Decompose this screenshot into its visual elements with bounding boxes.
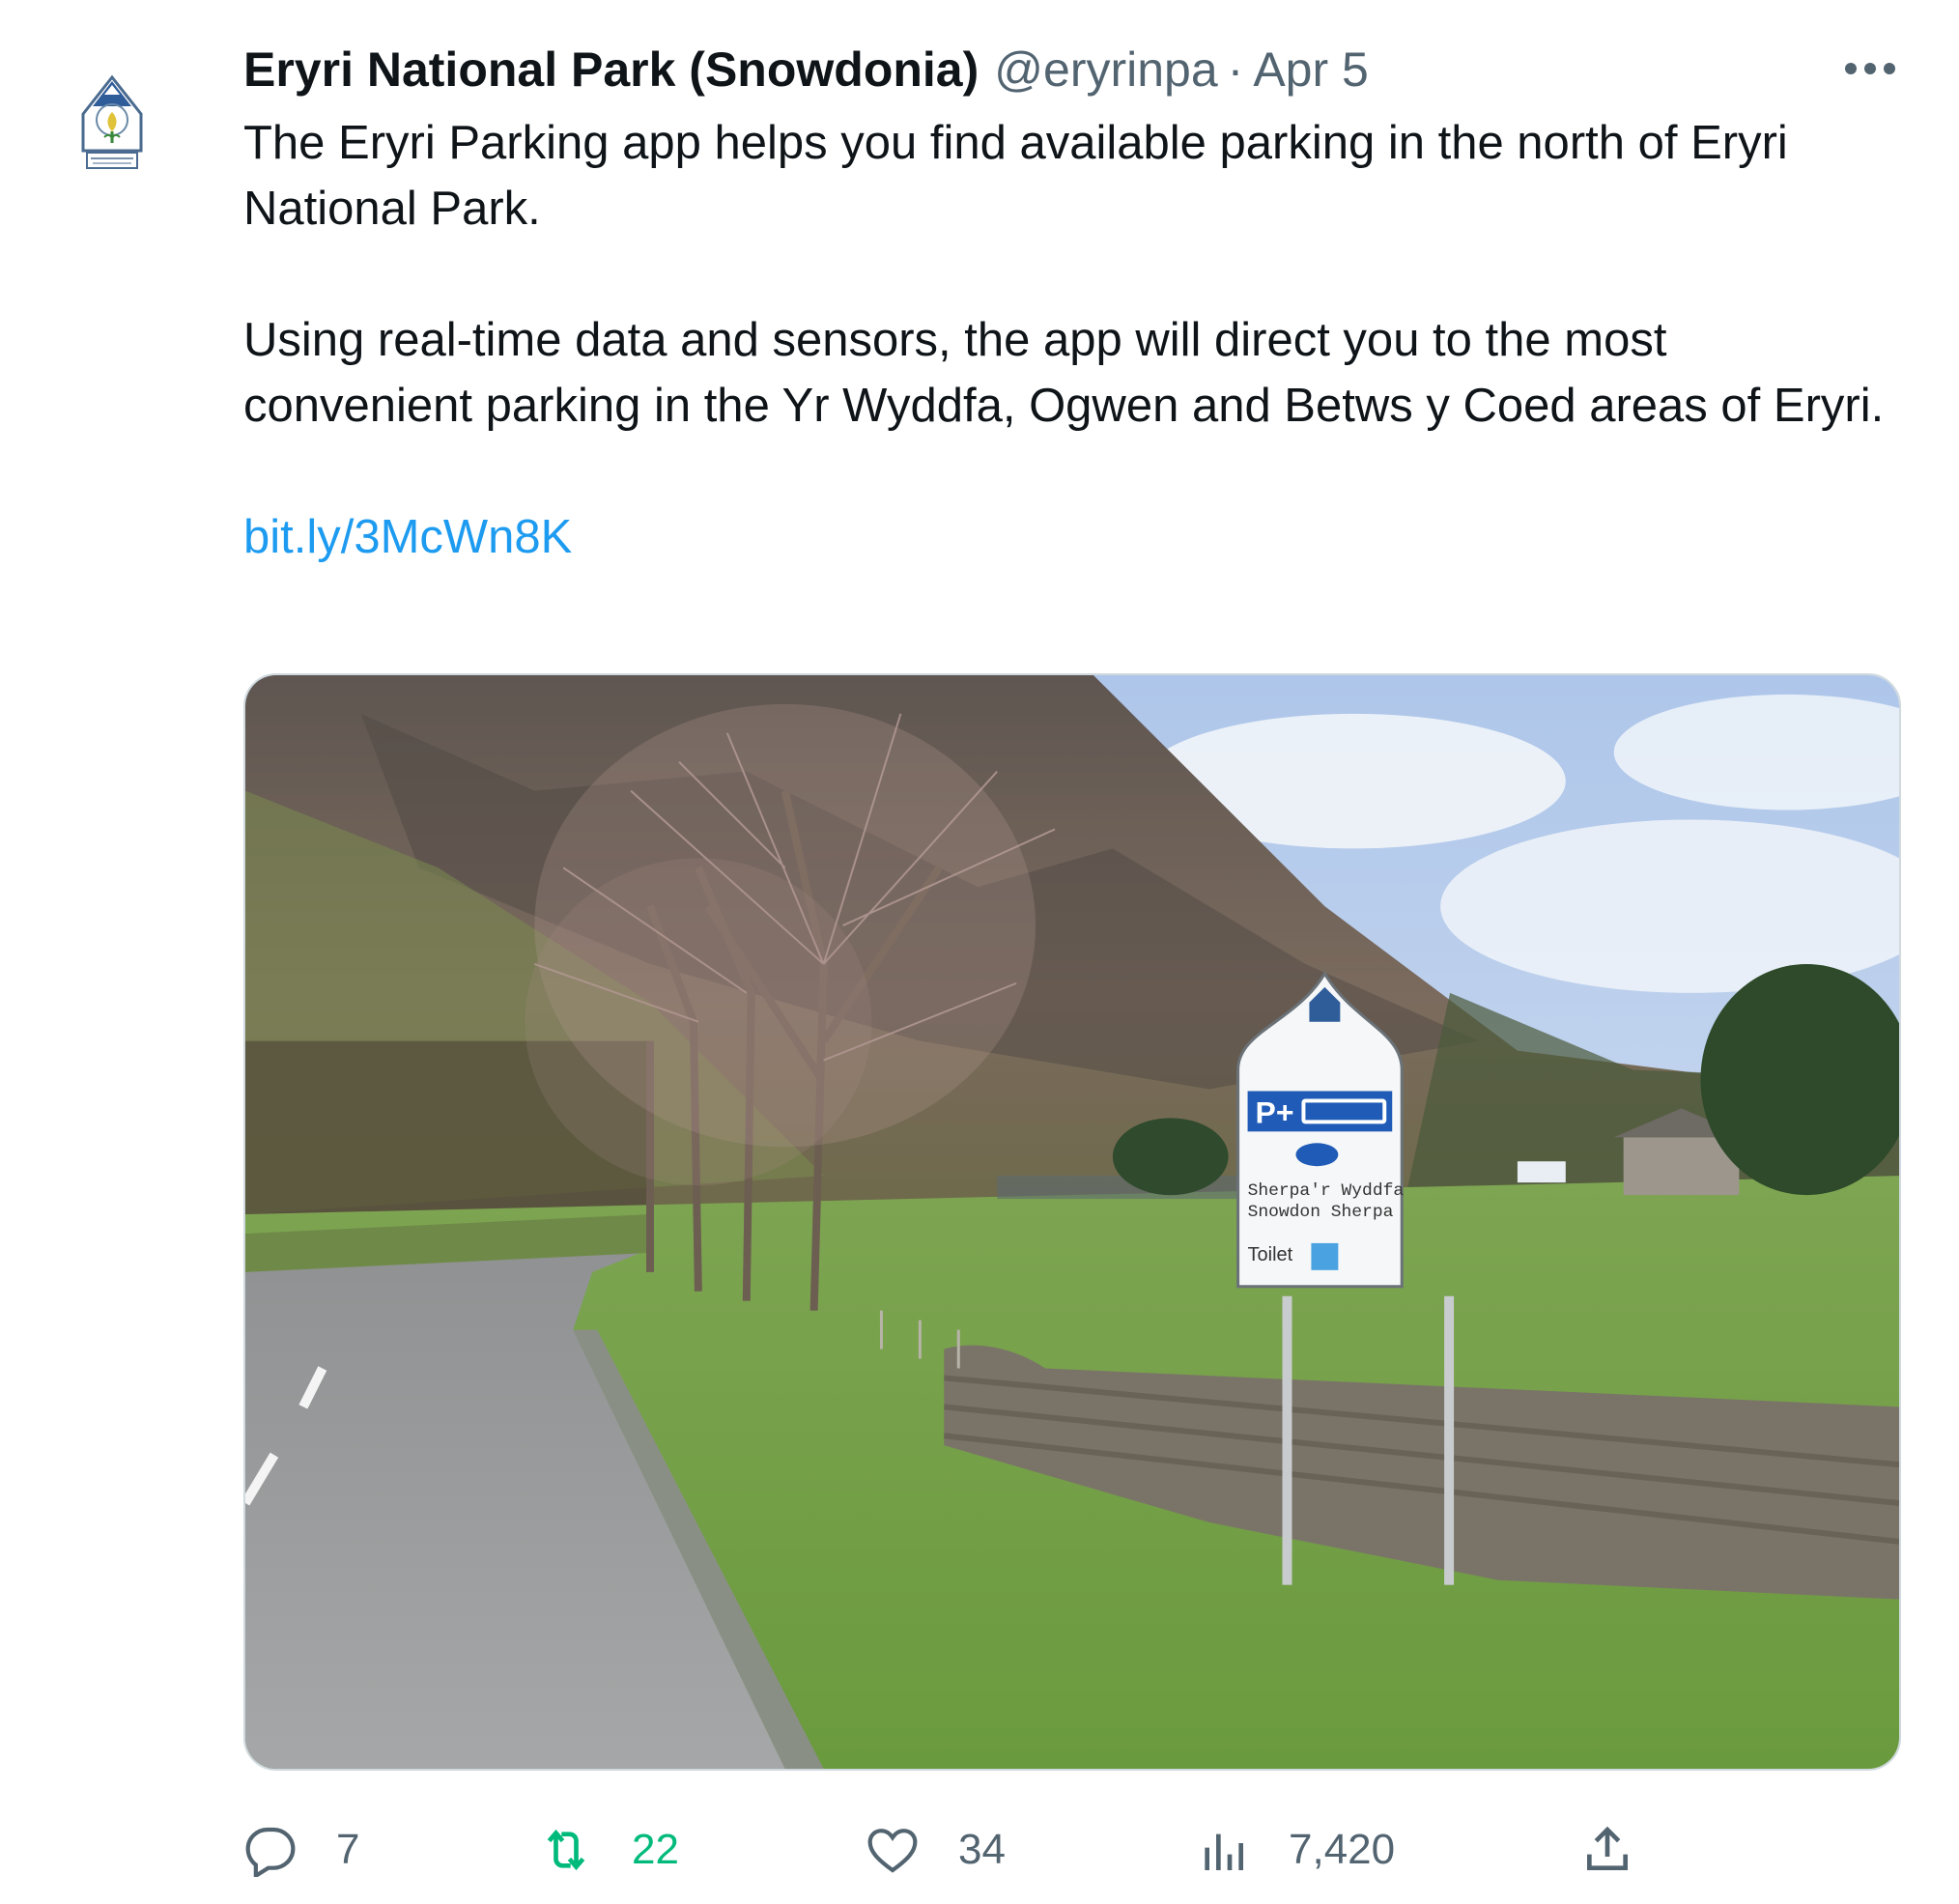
share-icon (1587, 1826, 1628, 1870)
separator-dot: · (1227, 43, 1244, 97)
landscape-photo: P+ Sherpa'r Wyddfa Snowdon Sherpa Toilet (245, 675, 1899, 1769)
retweet-icon (547, 1829, 585, 1871)
more-horizontal-icon (1845, 63, 1895, 74)
tweet-image[interactable]: P+ Sherpa'r Wyddfa Snowdon Sherpa Toilet (243, 673, 1901, 1771)
view-count: 7,420 (1289, 1826, 1396, 1873)
like-button[interactable]: 34 (866, 1816, 1006, 1884)
display-name[interactable]: Eryri National Park (Snowdonia) (243, 39, 979, 100)
tweet[interactable]: Eryri National Park (Snowdonia) @eryrinp… (0, 0, 1959, 1904)
avatar[interactable] (44, 56, 180, 191)
reply-count: 7 (336, 1826, 360, 1873)
more-button[interactable] (1841, 44, 1899, 93)
tweet-paragraph: The Eryri Parking app helps you find ava… (243, 117, 1788, 235)
reply-icon (245, 1827, 296, 1877)
tweet-date[interactable]: Apr 5 (1253, 39, 1369, 100)
share-button[interactable] (1580, 1816, 1673, 1884)
svg-text:Toilet: Toilet (1248, 1244, 1293, 1265)
user-handle[interactable]: @eryrinpa (994, 39, 1217, 100)
like-count: 34 (958, 1826, 1006, 1873)
tweet-paragraph: Using real-time data and sensors, the ap… (243, 314, 1885, 432)
reply-button[interactable]: 7 (243, 1816, 359, 1884)
svg-text:Snowdon Sherpa: Snowdon Sherpa (1248, 1203, 1394, 1222)
views-button[interactable]: 7,420 (1196, 1816, 1395, 1884)
svg-text:P+: P+ (1256, 1094, 1294, 1129)
retweet-button[interactable]: 22 (539, 1816, 679, 1884)
snowdonia-logo-icon (48, 60, 176, 187)
action-bar: 7 22 34 7,420 (243, 1816, 1901, 1884)
views-icon (1205, 1833, 1243, 1870)
svg-text:Sherpa'r Wyddfa: Sherpa'r Wyddfa (1248, 1181, 1405, 1201)
tweet-header: Eryri National Park (Snowdonia) @eryrinp… (243, 39, 1369, 100)
retweet-count: 22 (632, 1826, 679, 1873)
heart-icon (867, 1829, 918, 1873)
tweet-text: The Eryri Parking app helps you find ava… (243, 110, 1905, 570)
tweet-link[interactable]: bit.ly/3McWn8K (243, 504, 572, 570)
